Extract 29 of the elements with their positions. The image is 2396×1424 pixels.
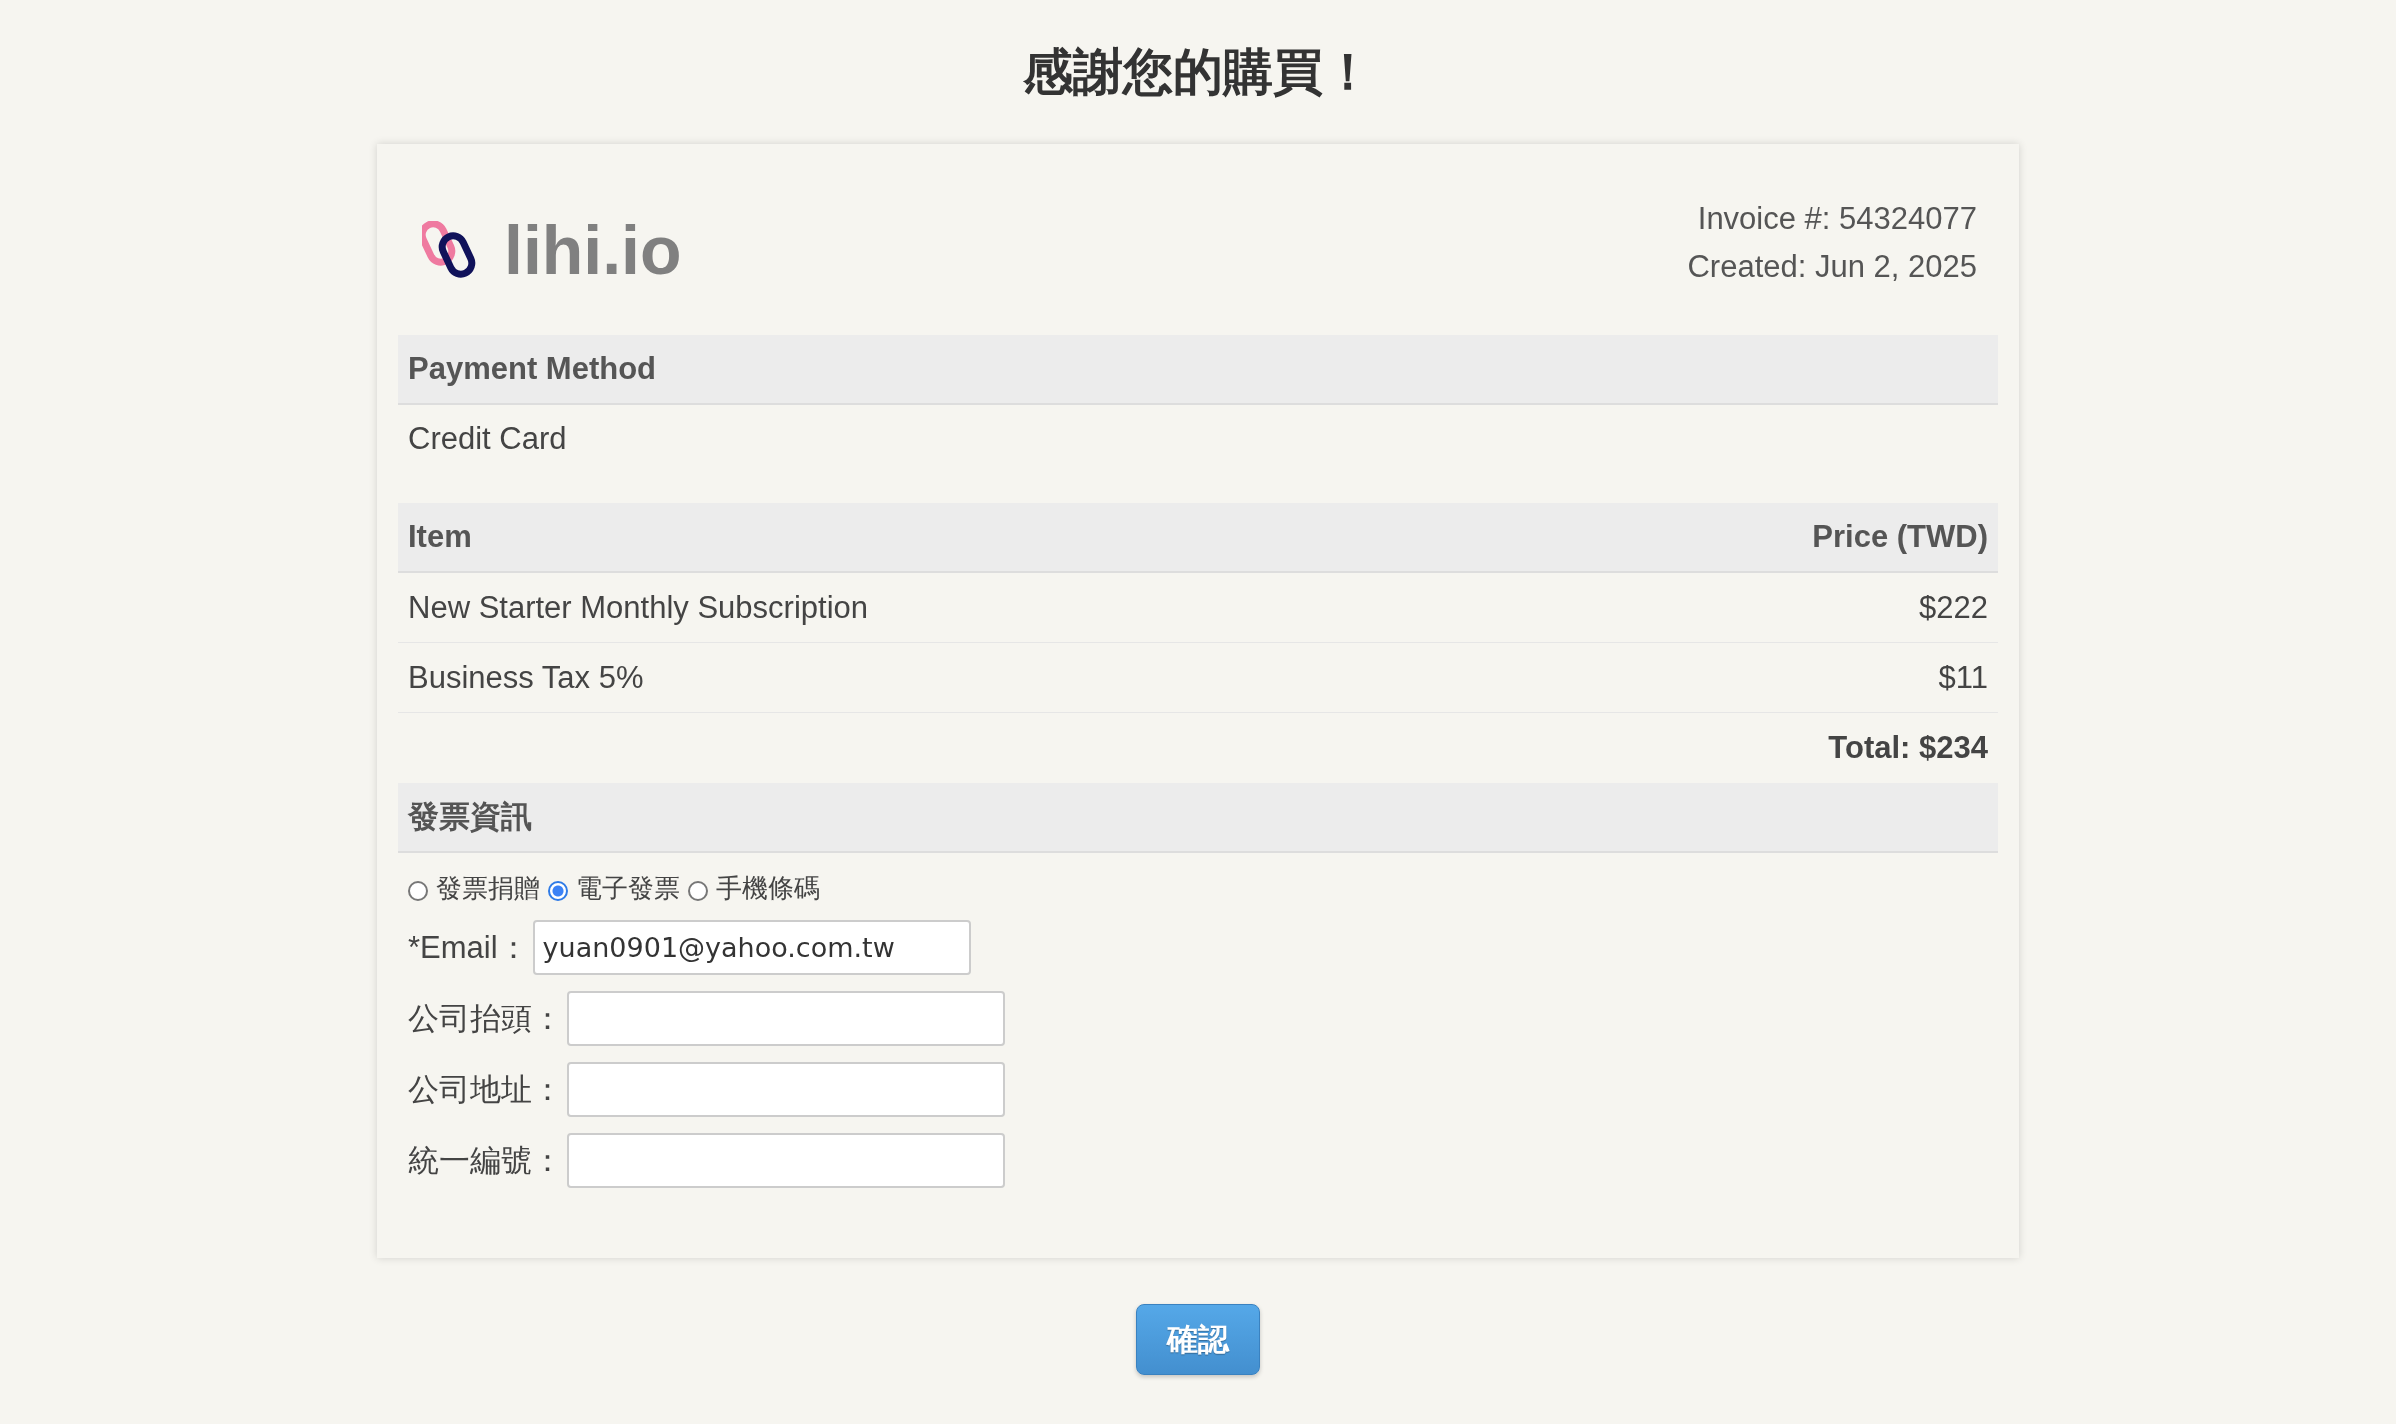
radio-button[interactable] xyxy=(688,880,708,901)
column-header: Item xyxy=(408,519,472,555)
table-cell: $222 xyxy=(1919,589,1988,626)
field-label: *Email： xyxy=(408,928,529,967)
table-cell: $11 xyxy=(1938,659,1988,696)
payment-method-value: Credit Card xyxy=(408,421,567,457)
page-title: 感謝您的購買！ xyxy=(1023,43,1373,102)
field-label: 公司抬頭： xyxy=(408,999,563,1038)
input-field[interactable] xyxy=(567,1133,1005,1188)
input-field[interactable] xyxy=(567,1062,1005,1117)
logo-text: lihi.io xyxy=(504,211,682,289)
radio-label[interactable]: 電子發票 xyxy=(576,871,680,906)
invoice-date: Created: Jun 2, 2025 xyxy=(1687,248,1977,286)
radio-label[interactable]: 手機條碼 xyxy=(716,871,820,906)
radio-label[interactable]: 發票捐贈 xyxy=(436,871,540,906)
table-cell: New Starter Monthly Subscription xyxy=(408,589,869,626)
radio-button[interactable] xyxy=(408,880,428,901)
field-label: 公司地址： xyxy=(408,1070,563,1109)
input-field[interactable]: yuan0901@yahoo.com.tw xyxy=(532,920,971,975)
table-cell: Business Tax 5% xyxy=(408,659,644,696)
chain-link-icon xyxy=(422,221,478,279)
section-title: Payment Method xyxy=(408,351,657,387)
field-label: 統一編號： xyxy=(408,1141,563,1180)
radio-button[interactable] xyxy=(548,880,568,901)
section-title: 發票資訊 xyxy=(408,798,532,836)
input-field[interactable] xyxy=(567,991,1005,1046)
column-header: Price (TWD) xyxy=(1812,519,1988,555)
total-amount: Total: $234 xyxy=(1828,730,1988,766)
invoice-number: Invoice #: 54324077 xyxy=(1697,200,1977,238)
